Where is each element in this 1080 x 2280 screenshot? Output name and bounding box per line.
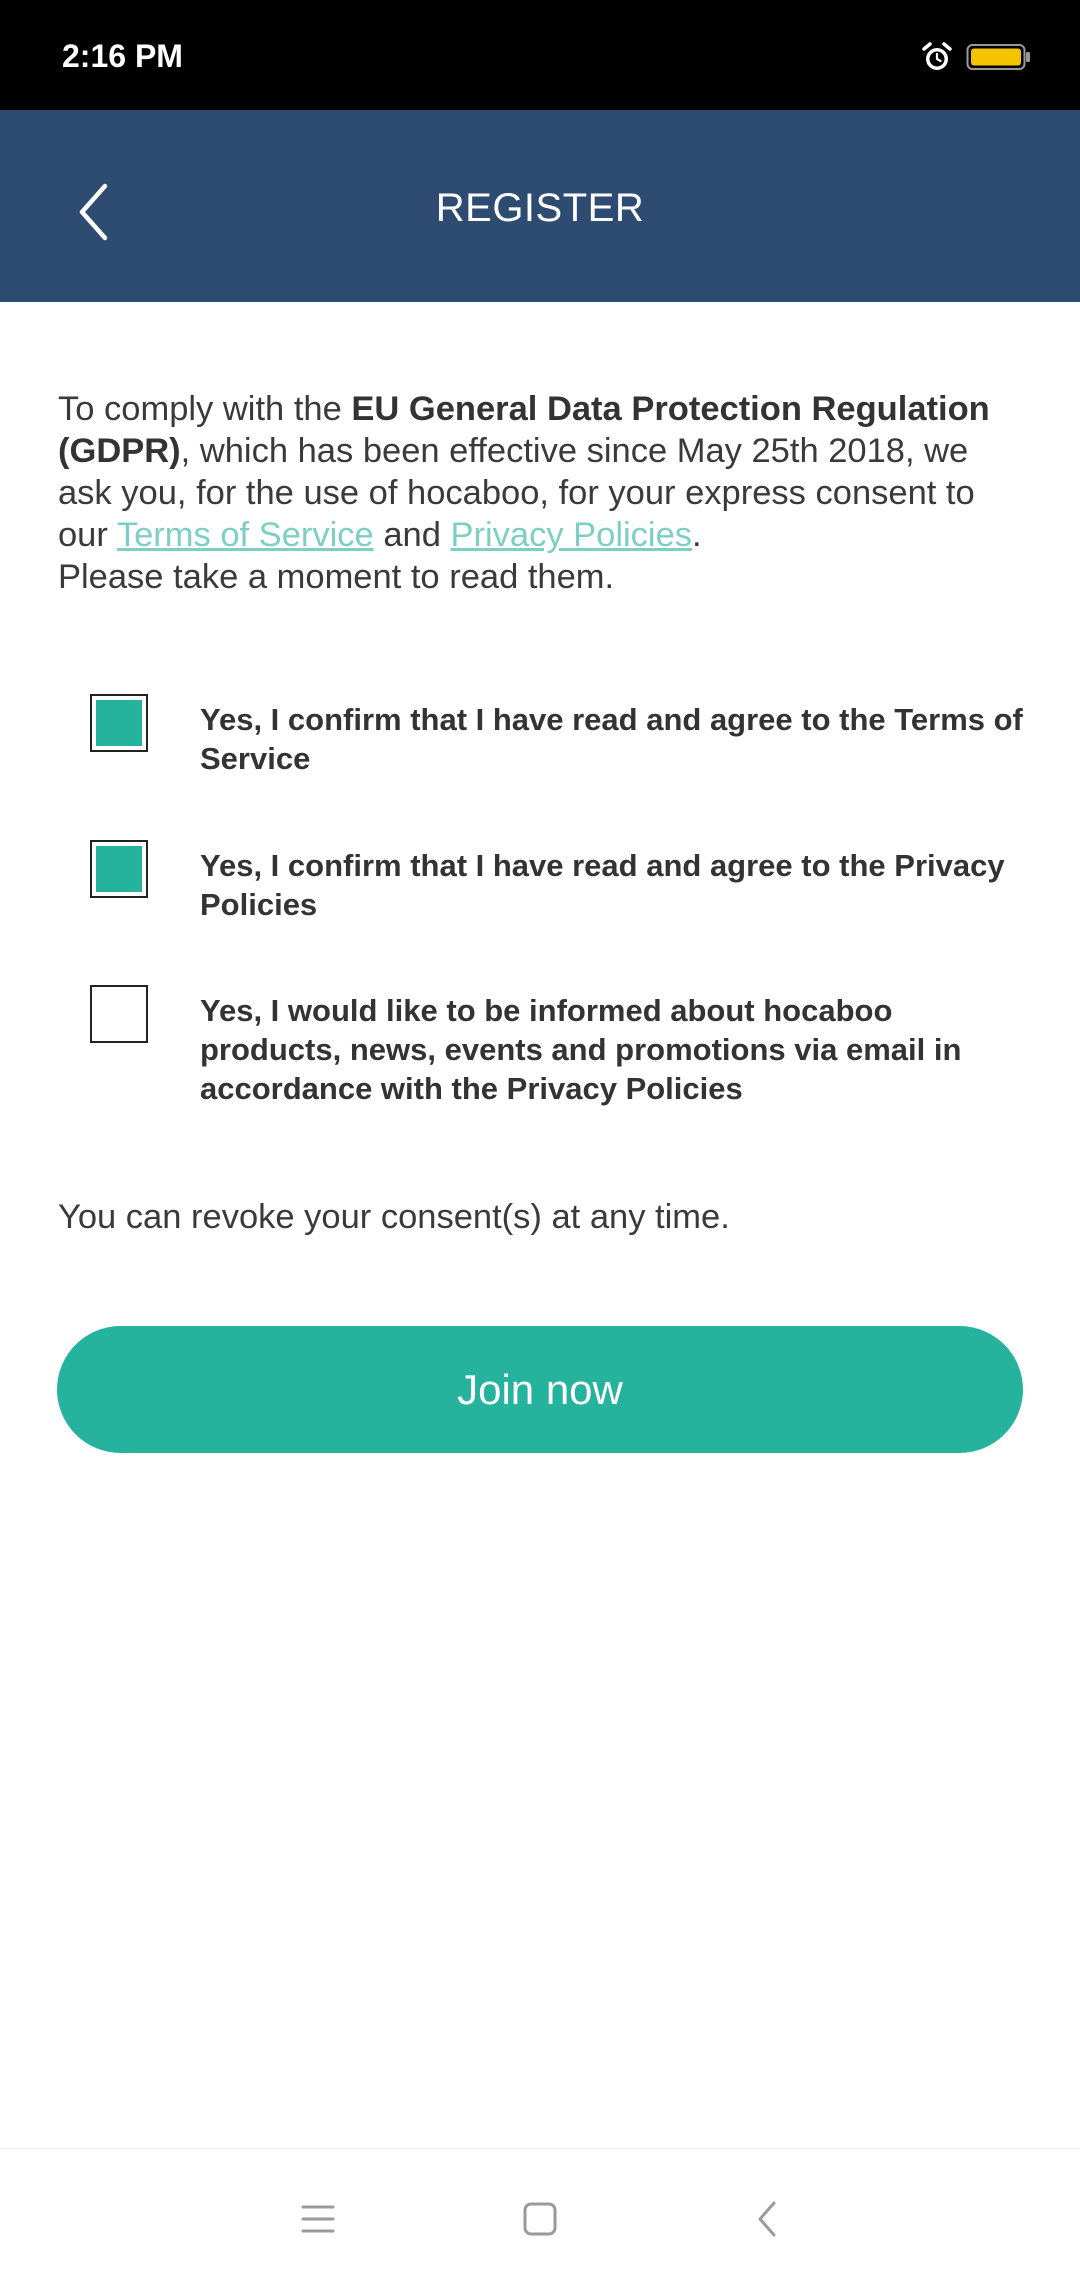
checkbox-checked-fill [96,846,142,892]
status-bar: 2:16 PM [0,0,1080,110]
marketing-consent-label: Yes, I would like to be informed about h… [200,993,962,1106]
privacy-consent-label: Yes, I confirm that I have read and agre… [200,848,1005,922]
intro-text-part: and [373,516,451,554]
join-now-button[interactable]: Join now [57,1326,1023,1453]
terms-consent-label: Yes, I confirm that I have read and agre… [200,702,1023,776]
home-square-icon[interactable] [510,2189,570,2249]
marketing-consent-checkbox[interactable] [90,985,148,1043]
menu-icon[interactable] [288,2189,348,2249]
gdpr-intro-text: To comply with the EU General Data Prote… [58,388,1018,598]
privacy-consent-checkbox[interactable] [90,840,148,898]
terms-of-service-link[interactable]: Terms of Service [117,516,374,554]
battery-icon [966,44,1030,70]
terms-consent-checkbox[interactable] [90,694,148,752]
status-time: 2:16 PM [62,38,183,74]
back-icon[interactable] [738,2189,798,2249]
intro-text-part: Please take a moment to read them. [58,558,615,596]
system-navigation-bar [0,2148,1080,2280]
revoke-consent-note: You can revoke your consent(s) at any ti… [58,1198,730,1236]
register-screen: 2:16 PM REGISTER To comply with the EU G… [0,0,1080,2280]
intro-text-part: . [692,516,702,554]
app-bar: REGISTER [0,110,1080,302]
alarm-icon [922,42,952,70]
privacy-policies-link[interactable]: Privacy Policies [450,516,692,554]
intro-text-part: To comply with the [58,390,352,428]
checkbox-checked-fill [96,700,142,746]
page-title: REGISTER [435,186,645,230]
